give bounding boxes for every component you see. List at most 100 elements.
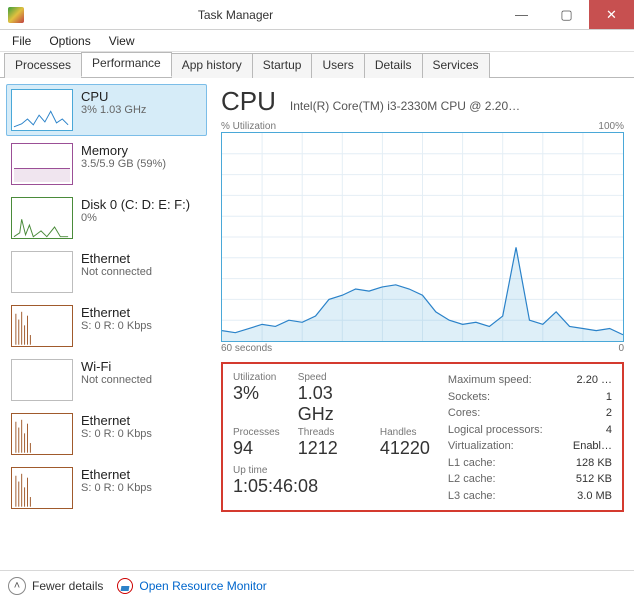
chevron-up-icon: ˄ [8,577,26,595]
sidebar-thumb-icon [11,467,73,509]
stat-key: L1 cache: [448,455,496,472]
stat-key: Logical processors: [448,422,543,439]
stat-value: 1 [606,389,612,406]
sidebar-item-name: Ethernet [81,413,152,428]
tab-app-history[interactable]: App history [171,53,253,78]
menu-file[interactable]: File [4,32,39,50]
sidebar-item-sub: S: 0 R: 0 Kbps [81,482,152,494]
stats-box: Utilization3% Speed1.03 GHz Processes94 … [221,362,624,512]
menu-view[interactable]: View [101,32,143,50]
fewer-details-button[interactable]: ˄ Fewer details [8,577,103,595]
stat-value: 2 [606,405,612,422]
footer: ˄ Fewer details Open Resource Monitor [0,570,634,600]
speed-label: Speed [298,372,362,383]
stat-key: L3 cache: [448,488,496,505]
sidebar-item-sub: Not connected [81,374,152,386]
sidebar-thumb-icon [11,413,73,455]
processes-value: 94 [233,438,280,459]
sidebar-item-name: CPU [81,89,146,104]
stat-key: Virtualization: [448,438,514,455]
processes-label: Processes [233,427,280,438]
sidebar-item-wi-fi-5[interactable]: Wi-FiNot connected [6,354,207,406]
window-controls: — ▢ ✕ [499,0,634,29]
handles-label: Handles [380,427,430,438]
chart-label-top-right: 100% [598,121,624,132]
sidebar-item-name: Ethernet [81,251,152,266]
close-button[interactable]: ✕ [589,0,634,29]
stat-row: Logical processors: 4 [448,422,612,439]
tabstrip: Processes Performance App history Startu… [0,52,634,78]
sidebar-item-sub: S: 0 R: 0 Kbps [81,428,152,440]
stat-row: Maximum speed: 2.20 … [448,372,612,389]
sidebar-item-ethernet-3[interactable]: EthernetNot connected [6,246,207,298]
utilization-value: 3% [233,383,280,404]
open-resource-monitor-link[interactable]: Open Resource Monitor [117,578,266,594]
stat-row: L3 cache: 3.0 MB [448,488,612,505]
sidebar-item-sub: 3.5/5.9 GB (59%) [81,158,166,170]
chart-label-bottom-right: 0 [618,343,624,354]
sidebar-item-disk-0-c-d-e-f--2[interactable]: Disk 0 (C: D: E: F:)0% [6,192,207,244]
stat-key: Maximum speed: [448,372,532,389]
window-title: Task Manager [32,8,499,22]
sidebar-thumb-icon [11,89,73,131]
sidebar-item-ethernet-6[interactable]: EthernetS: 0 R: 0 Kbps [6,408,207,460]
menubar: File Options View [0,30,634,52]
stat-key: Cores: [448,405,480,422]
sidebar-item-name: Ethernet [81,305,152,320]
sidebar-item-ethernet-7[interactable]: EthernetS: 0 R: 0 Kbps [6,462,207,514]
stat-value: Enabl… [573,438,612,455]
fewer-details-label: Fewer details [32,579,103,593]
open-resource-monitor-label: Open Resource Monitor [139,579,266,593]
handles-value: 41220 [380,438,430,459]
sidebar-thumb-icon [11,143,73,185]
sidebar-item-sub: S: 0 R: 0 Kbps [81,320,152,332]
sidebar-item-sub: 3% 1.03 GHz [81,104,146,116]
stat-key: Sockets: [448,389,490,406]
titlebar: Task Manager — ▢ ✕ [0,0,634,30]
maximize-button[interactable]: ▢ [544,0,589,29]
uptime-value: 1:05:46:08 [233,476,430,497]
tab-performance[interactable]: Performance [81,52,172,77]
stat-row: L1 cache: 128 KB [448,455,612,472]
minimize-button[interactable]: — [499,0,544,29]
sidebar-item-memory-1[interactable]: Memory3.5/5.9 GB (59%) [6,138,207,190]
resource-monitor-icon [117,578,133,594]
menu-options[interactable]: Options [41,32,98,50]
chart-label-bottom-left: 60 seconds [221,343,272,354]
main-panel: CPU Intel(R) Core(TM) i3-2330M CPU @ 2.2… [215,78,634,570]
tab-users[interactable]: Users [311,53,364,78]
uptime-label: Up time [233,465,430,476]
stat-value: 3.0 MB [577,488,612,505]
sidebar-item-name: Disk 0 (C: D: E: F:) [81,197,190,212]
sidebar-thumb-icon [11,197,73,239]
stat-value: 128 KB [576,455,612,472]
sidebar-thumb-icon [11,305,73,347]
sidebar: CPU3% 1.03 GHzMemory3.5/5.9 GB (59%)Disk… [0,78,215,570]
tab-processes[interactable]: Processes [4,53,82,78]
sidebar-item-cpu-0[interactable]: CPU3% 1.03 GHz [6,84,207,136]
stat-value: 2.20 … [577,372,612,389]
chart-svg [222,133,623,341]
threads-label: Threads [298,427,362,438]
sidebar-item-name: Wi-Fi [81,359,152,374]
main-title: CPU [221,86,276,117]
stat-row: L2 cache: 512 KB [448,471,612,488]
utilization-label: Utilization [233,372,280,383]
tab-services[interactable]: Services [422,53,490,78]
stat-value: 4 [606,422,612,439]
sidebar-item-ethernet-4[interactable]: EthernetS: 0 R: 0 Kbps [6,300,207,352]
content: CPU3% 1.03 GHzMemory3.5/5.9 GB (59%)Disk… [0,78,634,570]
tab-details[interactable]: Details [364,53,423,78]
stat-key: L2 cache: [448,471,496,488]
app-icon [8,7,24,23]
speed-value: 1.03 GHz [298,383,362,425]
stat-row: Virtualization: Enabl… [448,438,612,455]
sidebar-item-sub: 0% [81,212,190,224]
cpu-model: Intel(R) Core(TM) i3-2330M CPU @ 2.20… [290,99,624,113]
sidebar-item-name: Memory [81,143,166,158]
cpu-chart [221,132,624,342]
stat-value: 512 KB [576,471,612,488]
tab-startup[interactable]: Startup [252,53,313,78]
chart-label-top-left: % Utilization [221,121,276,132]
threads-value: 1212 [298,438,362,459]
